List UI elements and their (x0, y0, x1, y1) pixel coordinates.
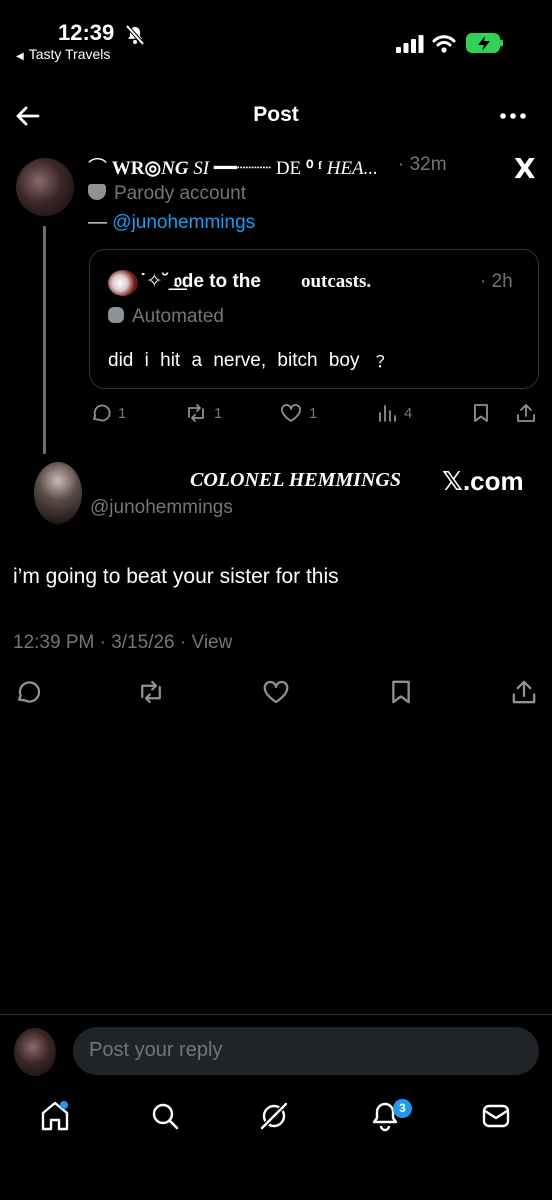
main-post-display-name[interactable]: COLONEL HEMMINGS (190, 469, 401, 492)
repost-count: 1 (214, 404, 223, 422)
grok-icon (260, 1102, 288, 1130)
notification-badge: 3 (393, 1099, 412, 1118)
parent-post-time: · 32m (398, 154, 447, 175)
name-part: ⌒ (88, 158, 112, 179)
current-user-avatar[interactable] (14, 1028, 56, 1076)
share-icon (517, 404, 535, 422)
reply-icon (93, 404, 111, 422)
main-post-avatar[interactable] (34, 462, 82, 524)
bookmark-icon (392, 680, 410, 704)
reply-icon (17, 681, 41, 703)
x-logo-icon: X (514, 152, 536, 185)
reply-input[interactable]: Post your reply (73, 1027, 539, 1075)
back-app-label: Tasty Travels (28, 46, 111, 62)
bookmark-icon (474, 404, 488, 422)
repost-icon (141, 680, 161, 704)
nav-messages-button[interactable] (480, 1100, 512, 1132)
main-post-text: i’m going to beat your sister for this (13, 565, 339, 588)
status-time: 12:39 (58, 20, 115, 45)
bookmark-button[interactable] (470, 402, 492, 424)
nav-search-button[interactable] (150, 1100, 180, 1132)
quoted-post-display-name: ˙✧˘ ͟𝔬de to the outcasts. (140, 270, 371, 293)
main-reply-button[interactable] (14, 678, 42, 706)
repost-button[interactable]: 1 (184, 402, 222, 424)
thread-connector-line (43, 226, 46, 454)
main-share-button[interactable] (510, 678, 538, 706)
main-post-handle[interactable]: @junohemmings (90, 497, 233, 519)
silent-bell-icon (124, 25, 146, 45)
automated-label-text: Automated (132, 306, 224, 327)
name-part: HEA... (321, 158, 378, 179)
repost-icon (188, 404, 204, 422)
quoted-name-text: ˙✧˘ ͟𝔬de to the (140, 271, 261, 292)
more-options-button[interactable] (498, 104, 528, 128)
reply-count: 1 (118, 404, 127, 422)
mention-link[interactable]: @junohemmings (112, 212, 255, 233)
page-title: Post (253, 103, 299, 126)
wifi-icon (432, 34, 456, 54)
automated-label: Automated (108, 306, 224, 328)
battery-charging-icon (466, 32, 504, 54)
back-to-app-link[interactable]: ◀ Tasty Travels (16, 46, 110, 62)
home-unread-dot (60, 1101, 68, 1109)
back-triangle-icon: ◀ (16, 51, 24, 62)
name-part: ◎ (144, 158, 162, 179)
heart-icon (263, 680, 289, 704)
main-bookmark-button[interactable] (387, 678, 415, 706)
parody-mask-icon (88, 184, 106, 200)
bot-icon (108, 307, 124, 323)
name-part: ━━┈┈┈ DE (209, 158, 306, 179)
main-post-meta[interactable]: 12:39 PM · 3/15/26 · View (13, 632, 232, 654)
parent-post-handle: — @junohemmings (88, 212, 255, 234)
main-post-xcom-name: 𝕏.com (442, 466, 524, 496)
quoted-post-text: did i hit a nerve, bitch boy ﹖ (108, 350, 390, 371)
parody-account-label: Parody account (88, 183, 246, 205)
parody-label-text: Parody account (114, 183, 247, 204)
nav-grok-button[interactable] (258, 1100, 290, 1132)
views-button[interactable]: 4 (376, 402, 412, 424)
quoted-post-avatar (108, 270, 138, 296)
cellular-signal-icon (396, 35, 424, 53)
handle-prefix: — (88, 212, 113, 233)
views-count: 4 (404, 404, 413, 422)
search-icon (152, 1103, 179, 1130)
like-button[interactable]: 1 (279, 402, 317, 424)
reply-button[interactable]: 1 (90, 402, 126, 424)
mail-icon (482, 1104, 510, 1128)
reply-divider (0, 1014, 552, 1015)
heart-icon (281, 404, 301, 422)
quoted-post-time: · 2h (480, 271, 513, 292)
like-count: 1 (309, 404, 318, 422)
quoted-name-serif: outcasts. (300, 271, 372, 292)
name-part: NG (161, 158, 189, 179)
parent-post-avatar[interactable] (16, 158, 74, 216)
name-part: ⁰ ᶠ (305, 158, 322, 179)
views-chart-icon (379, 405, 396, 422)
parent-post-display-name[interactable]: ⌒ WR◎NG SI ━━┈┈┈ DE ⁰ ᶠ HEA... (88, 153, 378, 180)
name-part: WR (111, 158, 145, 179)
share-button[interactable] (515, 402, 537, 424)
name-part: SI (188, 158, 210, 179)
main-repost-button[interactable] (136, 678, 166, 706)
share-icon (512, 680, 536, 704)
main-like-button[interactable] (261, 678, 291, 706)
